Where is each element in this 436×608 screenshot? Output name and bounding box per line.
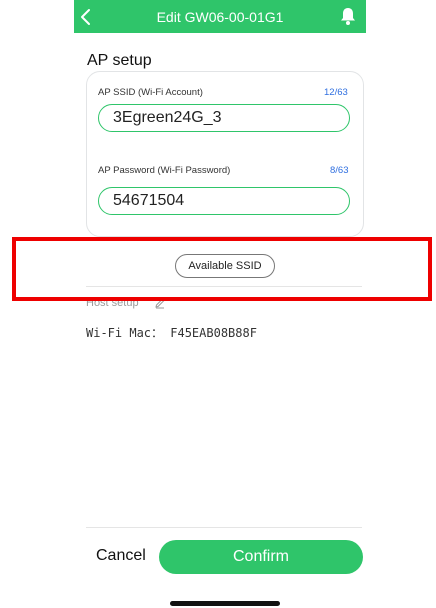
password-field-label: AP Password (Wi-Fi Password) (98, 165, 231, 176)
password-char-count: 8/63 (330, 165, 349, 176)
header-bar: Edit GW06-00-01G1 (74, 0, 366, 33)
section-title-ap-setup: AP setup (87, 52, 152, 69)
bell-icon[interactable] (339, 6, 357, 26)
ssid-field-label: AP SSID (Wi-Fi Account) (98, 87, 203, 98)
home-indicator (170, 601, 280, 606)
ap-setup-card: AP SSID (Wi-Fi Account) 12/63 3Egreen24G… (86, 71, 364, 237)
ssid-char-count: 12/63 (324, 87, 348, 98)
highlight-box (12, 237, 432, 301)
cancel-button[interactable]: Cancel (96, 547, 146, 565)
page-title: Edit GW06-00-01G1 (156, 9, 284, 25)
wifi-mac-text: Wi-Fi Mac： F45EAB08B88F (86, 326, 257, 340)
footer-divider (86, 527, 362, 528)
password-input[interactable]: 54671504 (98, 187, 350, 215)
confirm-button[interactable]: Confirm (159, 540, 363, 574)
ssid-input[interactable]: 3Egreen24G_3 (98, 104, 350, 132)
